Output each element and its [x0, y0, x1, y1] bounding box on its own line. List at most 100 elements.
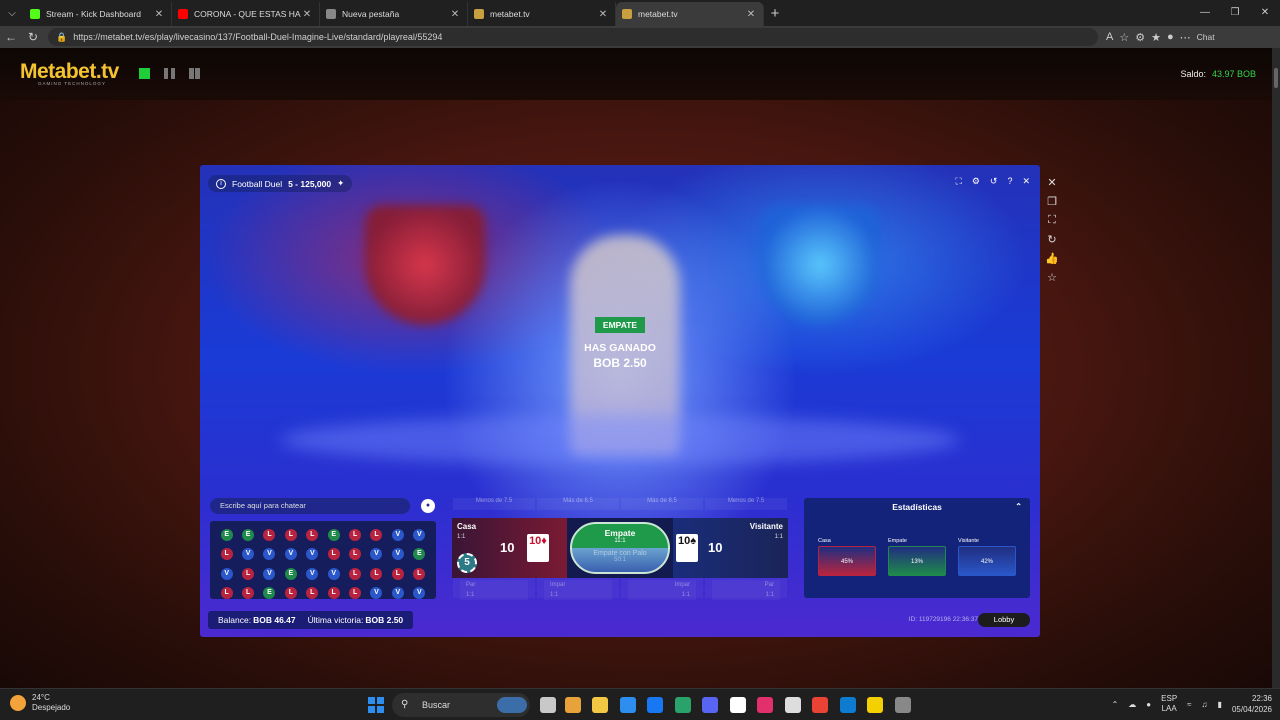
- language-indicator[interactable]: ESP LAA: [1161, 694, 1177, 714]
- cloud-icon[interactable]: ☁: [1128, 700, 1136, 709]
- browser-tab[interactable]: metabet.tv ✕: [468, 2, 616, 26]
- reload-icon[interactable]: ↻: [22, 30, 44, 44]
- chat-send-icon[interactable]: ●: [421, 499, 435, 513]
- taskbar-app-icon[interactable]: [702, 697, 718, 713]
- fullscreen-icon[interactable]: ⛶: [956, 176, 962, 187]
- taskbar-app-icon[interactable]: [730, 697, 746, 713]
- tab-close-icon[interactable]: ✕: [449, 9, 461, 20]
- collapse-icon[interactable]: ⌃: [1015, 498, 1022, 516]
- refresh-icon[interactable]: ↻: [1047, 233, 1056, 246]
- side-bet-bottom[interactable]: Par 1:1: [705, 578, 787, 600]
- tab-close-icon[interactable]: ✕: [745, 9, 757, 20]
- taskbar-app-icon[interactable]: [867, 697, 883, 713]
- taskbar-app-icon[interactable]: [895, 697, 911, 713]
- mic-icon[interactable]: ●: [1146, 700, 1151, 709]
- road-cell: L: [220, 548, 233, 561]
- scrollbar-thumb[interactable]: [1274, 68, 1278, 88]
- info-icon[interactable]: i: [216, 178, 226, 189]
- tab-title: CORONA - QUE ESTAS HACIE: [194, 9, 301, 19]
- new-tab-button[interactable]: +: [764, 5, 786, 22]
- history-icon[interactable]: ↺: [990, 176, 998, 187]
- browser-tab[interactable]: Stream - Kick Dashboard ✕: [24, 2, 172, 26]
- profile-avatar[interactable]: ●: [1167, 31, 1174, 43]
- lang-layout: LAA: [1161, 704, 1177, 713]
- page-scrollbar[interactable]: [1272, 48, 1280, 688]
- result-tag: EMPATE: [594, 317, 646, 333]
- back-icon[interactable]: ←: [0, 30, 22, 44]
- read-aloud-icon[interactable]: A: [1106, 31, 1113, 43]
- widgets-icon[interactable]: [497, 697, 527, 713]
- settings-icon[interactable]: ⚙: [972, 176, 980, 187]
- battery-icon[interactable]: ▮: [1218, 700, 1222, 709]
- site-header: Metabet.tv GAMING TECHNOLOGY Saldo: 43.97…: [0, 48, 1272, 100]
- search-icon: ⚲: [401, 699, 409, 710]
- side-bet-bottom[interactable]: Impar 1:1: [621, 578, 703, 600]
- weather-widget[interactable]: 24°C Despejado: [10, 693, 70, 713]
- close-game-icon[interactable]: ✕: [1022, 176, 1030, 187]
- side-bet-top[interactable]: Más de 8.5: [621, 498, 703, 510]
- single-view-icon[interactable]: [139, 68, 150, 79]
- clock[interactable]: 22:36 05/04/2026: [1232, 693, 1272, 715]
- wifi-icon[interactable]: ≈: [1187, 700, 1191, 709]
- grid-view-icon[interactable]: [189, 68, 200, 79]
- saldo-label: Saldo:: [1180, 69, 1206, 79]
- side-bet-top[interactable]: Menos de 7.5: [705, 498, 787, 510]
- copilot-chat-button[interactable]: Chat: [1197, 32, 1215, 42]
- tray-overflow-icon[interactable]: ⌃: [1112, 700, 1119, 709]
- browser-tab[interactable]: metabet.tv ✕: [616, 2, 764, 26]
- browser-tab[interactable]: CORONA - QUE ESTAS HACIE✕: [172, 2, 320, 26]
- taskbar-app-icon[interactable]: [647, 697, 663, 713]
- tab-close-icon[interactable]: ✕: [153, 9, 165, 20]
- taskbar-app-icon[interactable]: [592, 697, 608, 713]
- taskbar-app-icon[interactable]: [675, 697, 691, 713]
- windows-start-icon[interactable]: [368, 697, 384, 713]
- stats-header[interactable]: Estadísticas ⌃: [804, 498, 1030, 516]
- more-icon[interactable]: ⋯: [1180, 31, 1191, 44]
- favorites-bar-icon[interactable]: ★: [1151, 31, 1161, 44]
- extensions-icon[interactable]: ⚙: [1135, 31, 1145, 44]
- copy-icon[interactable]: ❐: [1047, 195, 1057, 208]
- tab-close-icon[interactable]: ✕: [597, 9, 609, 20]
- side-bet-label: Impar: [628, 580, 696, 590]
- expand-icon[interactable]: ⛶: [1048, 214, 1056, 227]
- like-icon[interactable]: 👍: [1045, 252, 1059, 265]
- casa-bet-spot[interactable]: Casa 1:1 5 10 10♦: [452, 518, 567, 578]
- side-bet-top[interactable]: Menos de 7.5: [453, 498, 535, 510]
- maximize-icon[interactable]: ❐: [1220, 0, 1250, 26]
- favorite-star-icon[interactable]: ☆: [1047, 271, 1057, 284]
- lobby-button[interactable]: Lobby: [978, 613, 1030, 627]
- browser-tab[interactable]: Nueva pestaña ✕: [320, 2, 468, 26]
- visitante-bet-spot[interactable]: 10♠ 10 Visitante 1:1: [673, 518, 788, 578]
- last-win-info: Última victoria: BOB 2.50: [308, 615, 404, 625]
- side-bet-bottom[interactable]: Impar 1:1: [537, 578, 619, 600]
- minimize-icon[interactable]: —: [1190, 0, 1220, 26]
- tab-close-icon[interactable]: ✕: [301, 9, 313, 20]
- road-cell: V: [284, 548, 297, 561]
- road-cell: E: [242, 528, 255, 541]
- pin-icon[interactable]: ✦: [337, 178, 344, 189]
- lang-code: ESP: [1161, 694, 1178, 703]
- search-label: Buscar: [422, 700, 451, 710]
- favorite-icon[interactable]: ☆: [1119, 31, 1129, 44]
- taskbar-app-icon[interactable]: [785, 697, 801, 713]
- close-window-icon[interactable]: ✕: [1250, 0, 1280, 26]
- chat-input[interactable]: Escribe aquí para chatear: [210, 498, 410, 514]
- taskbar-app-icon[interactable]: [540, 697, 556, 713]
- taskbar-app-icon[interactable]: [812, 697, 828, 713]
- side-bet-top[interactable]: Más de 8.5: [537, 498, 619, 510]
- taskbar-app-icon[interactable]: [620, 697, 636, 713]
- taskbar-app-icon[interactable]: [565, 697, 581, 713]
- taskbar-app-icon[interactable]: [840, 697, 856, 713]
- help-icon[interactable]: ?: [1007, 176, 1012, 187]
- tab-list-dropdown-icon[interactable]: ⌵: [0, 0, 24, 26]
- taskbar-app-icon[interactable]: [757, 697, 773, 713]
- browser-tools: A ☆ ⚙ ★ ● ⋯ Chat: [1106, 31, 1215, 44]
- empate-bet-spot[interactable]: Empate 11:1 Empate con Palo 50:1: [570, 522, 670, 574]
- side-bet-bottom[interactable]: Par 1:1: [453, 578, 535, 600]
- tab-title: metabet.tv: [638, 9, 678, 19]
- split-view-icon[interactable]: [164, 68, 175, 79]
- url-field[interactable]: 🔒 https://metabet.tv/es/play/livecasino/…: [48, 28, 1098, 46]
- close-side-icon[interactable]: ✕: [1047, 176, 1056, 189]
- road-cell: L: [349, 587, 362, 599]
- volume-icon[interactable]: ♫: [1202, 700, 1208, 709]
